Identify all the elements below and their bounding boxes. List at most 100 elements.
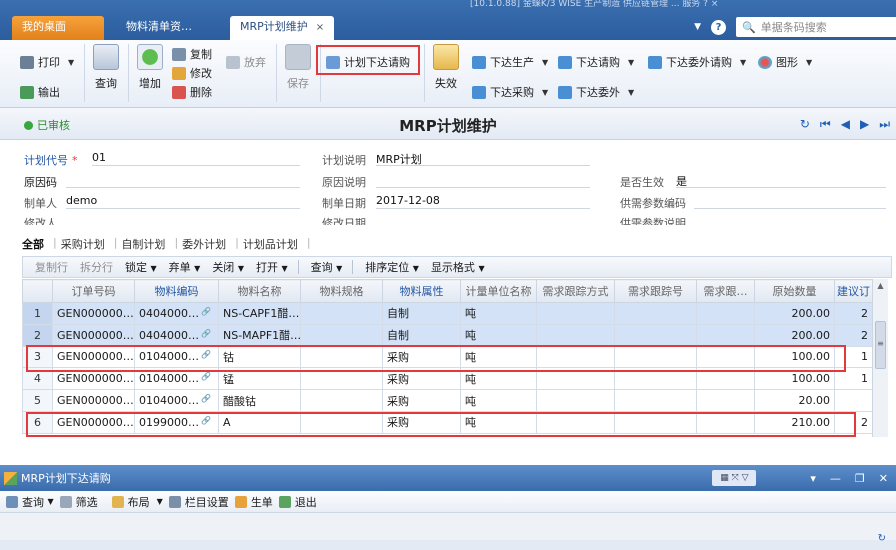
chevron-down-icon[interactable]: ▼: [806, 58, 812, 67]
chevron-down-icon[interactable]: ▼: [628, 58, 634, 67]
grid-query-button[interactable]: 查询 ▼: [311, 259, 343, 275]
chevron-down-icon[interactable]: ▼: [542, 58, 548, 67]
table-vertical-scrollbar[interactable]: ▲ ≡: [872, 279, 888, 437]
layout-button[interactable]: 布局 ▼: [111, 494, 163, 510]
restore-icon[interactable]: ❐: [855, 472, 865, 485]
chevron-down-icon[interactable]: ▼: [628, 88, 634, 97]
demand-track-more-cell[interactable]: [696, 389, 755, 412]
minimize-icon[interactable]: —: [830, 472, 841, 485]
open-button[interactable]: 打开 ▼: [256, 259, 288, 275]
col-order-no[interactable]: 订单号码: [52, 279, 135, 303]
col-material-code[interactable]: 物料编码: [134, 279, 219, 303]
material-code-cell[interactable]: 0104000… 🔗: [134, 345, 219, 369]
abandon-order-button[interactable]: 弃单 ▼: [169, 259, 201, 275]
order-no-cell[interactable]: GEN000000…: [52, 389, 135, 412]
abandon-button[interactable]: 放弃: [226, 54, 266, 70]
demand-track-no-cell[interactable]: [614, 410, 697, 434]
scroll-thumb[interactable]: ≡: [875, 321, 886, 369]
row-number[interactable]: 6: [22, 410, 53, 434]
chevron-down-icon[interactable]: ▼: [542, 88, 548, 97]
demand-track-more-cell[interactable]: [696, 367, 755, 391]
last-record-icon[interactable]: ⏭: [879, 117, 890, 132]
demand-track-more-cell[interactable]: [696, 410, 755, 434]
col-demand-track-more[interactable]: 需求跟…: [696, 279, 755, 303]
unit-name-cell[interactable]: 吨: [460, 323, 537, 347]
material-spec-cell[interactable]: [300, 323, 383, 347]
paperclip-icon[interactable]: 🔗: [201, 416, 211, 425]
material-attr-cell[interactable]: 采购: [382, 367, 461, 391]
save-button[interactable]: 保存: [278, 44, 318, 100]
query-button[interactable]: 查询: [86, 44, 126, 100]
issue-production-button[interactable]: 下达生产 ▼: [472, 54, 548, 70]
barcode-search-input[interactable]: 🔍 单据条码搜索: [736, 17, 896, 37]
row-number[interactable]: 5: [22, 389, 53, 412]
original-qty-cell[interactable]: 210.00: [754, 410, 835, 434]
copy-row-button[interactable]: 复制行: [35, 259, 68, 275]
paperclip-icon[interactable]: 🔗: [201, 329, 211, 338]
material-spec-cell[interactable]: [300, 389, 383, 412]
reason-desc-field[interactable]: [376, 173, 590, 188]
close-button[interactable]: 关闭 ▼: [212, 259, 244, 275]
order-no-cell[interactable]: GEN000000…: [52, 345, 135, 369]
original-qty-cell[interactable]: 200.00: [754, 323, 835, 347]
original-qty-cell[interactable]: 100.00: [754, 345, 835, 369]
row-number[interactable]: 2: [22, 323, 53, 347]
material-spec-cell[interactable]: [300, 367, 383, 391]
previous-record-icon[interactable]: ◀: [841, 117, 850, 132]
copy-button[interactable]: 复制: [172, 46, 212, 62]
reason-code-field[interactable]: [66, 173, 300, 188]
unit-name-cell[interactable]: 吨: [460, 345, 537, 369]
column-settings-button[interactable]: 栏目设置: [168, 494, 229, 510]
table-row[interactable]: 6 GEN000000… 0199000… 🔗 A 采购吨 210.00 2: [22, 410, 873, 434]
material-name-cell[interactable]: NS-CAPF1醋…: [218, 302, 301, 325]
material-spec-cell[interactable]: [300, 345, 383, 369]
tab-mrp-plan-maintenance[interactable]: MRP计划维护 ×: [230, 16, 334, 40]
suggested-cell[interactable]: 1: [834, 367, 873, 391]
layout-switch[interactable]: ▦ ⤧ ▽: [712, 470, 757, 486]
demand-track-more-cell[interactable]: [696, 302, 755, 325]
issue-outsource-button[interactable]: 下达委外 ▼: [558, 84, 634, 100]
order-no-cell[interactable]: GEN000000…: [52, 323, 135, 347]
table-row[interactable]: 3 GEN000000… 0104000… 🔗 钴采购吨 100.00 1: [22, 345, 873, 369]
col-unit-name[interactable]: 计量单位名称: [460, 279, 537, 303]
demand-track-no-cell[interactable]: [614, 323, 697, 347]
add-button[interactable]: 增加: [130, 44, 170, 100]
demand-track-no-cell[interactable]: [614, 367, 697, 391]
original-qty-cell[interactable]: 20.00: [754, 389, 835, 412]
issue-purchase-button[interactable]: 下达采购 ▼: [472, 84, 548, 100]
table-row[interactable]: 5 GEN000000… 0104000… 🔗 醋酸钴 采购吨 20.00: [22, 389, 873, 412]
col-suggested[interactable]: 建议订: [834, 279, 873, 303]
close-icon[interactable]: ✕: [879, 472, 888, 485]
collapse-icon[interactable]: ▾: [810, 472, 816, 485]
close-tab-icon[interactable]: ×: [316, 22, 324, 33]
material-spec-cell[interactable]: [300, 302, 383, 325]
material-name-cell[interactable]: 钴: [218, 345, 301, 369]
table-row[interactable]: 2 GEN000000… 0404000… 🔗 NS-MAPF1醋… 自制吨 200.00…: [22, 323, 873, 347]
row-number[interactable]: 4: [22, 367, 53, 391]
effective-field[interactable]: 是: [676, 173, 886, 188]
plan-desc-field[interactable]: MRP计划: [376, 151, 590, 166]
material-name-cell[interactable]: 醋酸钴: [218, 389, 301, 412]
paperclip-icon[interactable]: 🔗: [201, 350, 211, 359]
paperclip-icon[interactable]: 🔗: [201, 394, 211, 403]
invalidate-button[interactable]: 失效: [426, 44, 466, 100]
row-number[interactable]: 3: [22, 345, 53, 369]
order-no-cell[interactable]: GEN000000…: [52, 367, 135, 391]
print-button[interactable]: 打印 ▼: [20, 54, 74, 70]
material-code-cell[interactable]: 0404000… 🔗: [134, 323, 219, 347]
original-qty-cell[interactable]: 100.00: [754, 367, 835, 391]
material-name-cell[interactable]: NS-MAPF1醋…: [218, 323, 301, 347]
col-material-attr[interactable]: 物料属性: [382, 279, 461, 303]
unit-name-cell[interactable]: 吨: [460, 302, 537, 325]
paperclip-icon[interactable]: 🔗: [201, 372, 211, 381]
material-attr-cell[interactable]: 自制: [382, 323, 461, 347]
chevron-down-icon[interactable]: ▼: [694, 22, 701, 32]
demand-track-method-cell[interactable]: [536, 345, 615, 369]
material-code-cell[interactable]: 0199000… 🔗: [134, 410, 219, 434]
unit-name-cell[interactable]: 吨: [460, 367, 537, 391]
tab-all[interactable]: 全部: [22, 236, 49, 252]
col-material-spec[interactable]: 物料规格: [300, 279, 383, 303]
chevron-down-icon[interactable]: ▼: [68, 58, 74, 67]
table-row[interactable]: 4 GEN000000… 0104000… 🔗 锰采购吨 100.00 1: [22, 367, 873, 391]
tab-outsource-plan[interactable]: 委外计划: [182, 236, 231, 252]
